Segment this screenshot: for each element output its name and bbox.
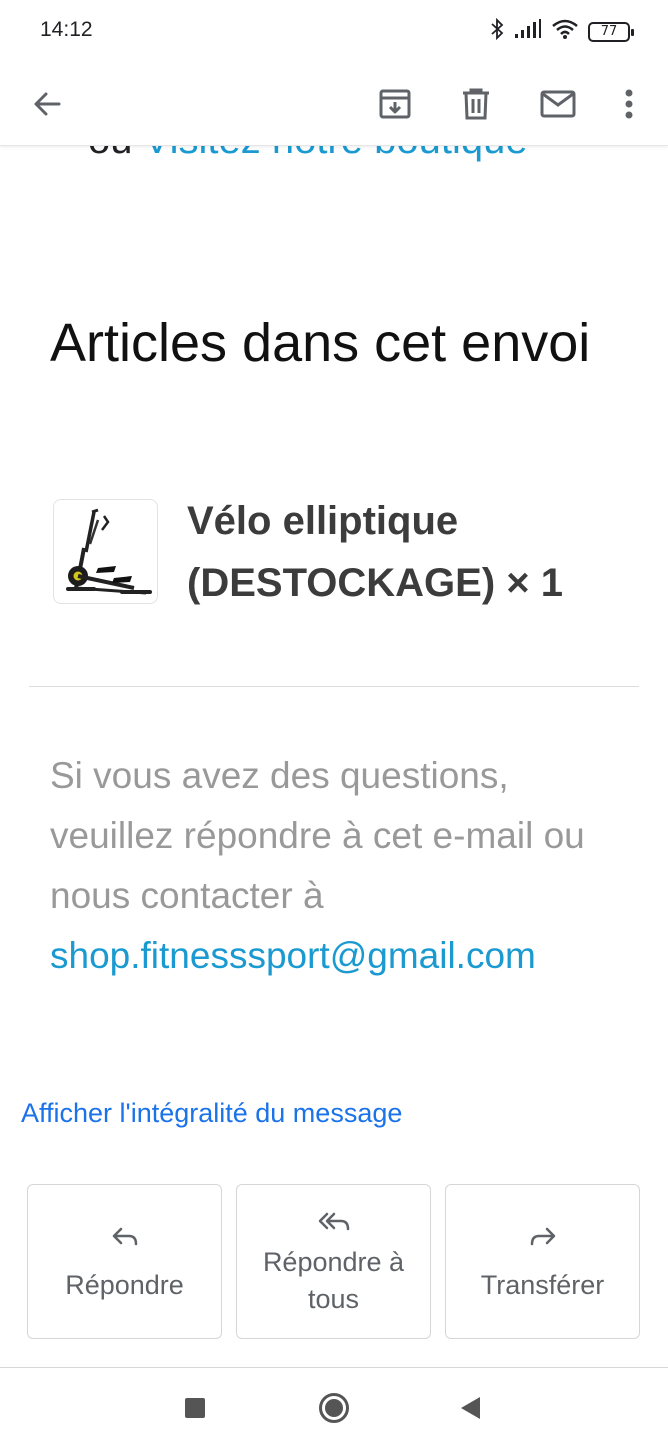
divider bbox=[29, 686, 639, 687]
forward-label: Transférer bbox=[480, 1269, 605, 1300]
section-title: Articles dans cet envoi bbox=[50, 313, 591, 373]
questions-block: Si vous avez des questions, veuillez rép… bbox=[50, 746, 640, 986]
reply-all-button[interactable]: Répondre à tous bbox=[236, 1184, 431, 1339]
back-arrow-icon[interactable] bbox=[17, 74, 77, 134]
forward-icon bbox=[529, 1220, 557, 1257]
recents-square-icon[interactable] bbox=[177, 1390, 213, 1426]
reply-all-icon bbox=[317, 1205, 351, 1242]
delete-icon[interactable] bbox=[446, 74, 506, 134]
signal-icon bbox=[514, 19, 542, 44]
questions-text: Si vous avez des questions, veuillez rép… bbox=[50, 755, 585, 916]
status-time: 14:12 bbox=[40, 18, 93, 41]
mark-unread-icon[interactable] bbox=[528, 74, 588, 134]
battery-icon: 77 bbox=[588, 21, 634, 42]
elliptical-bike-image bbox=[53, 499, 158, 604]
archive-icon[interactable] bbox=[365, 74, 425, 134]
home-circle-icon[interactable] bbox=[316, 1390, 352, 1426]
more-vert-icon[interactable] bbox=[599, 74, 659, 134]
reply-button[interactable]: Répondre bbox=[27, 1184, 222, 1339]
bluetooth-icon bbox=[490, 17, 504, 45]
back-triangle-icon[interactable] bbox=[452, 1390, 488, 1426]
wifi-icon bbox=[552, 19, 578, 44]
show-full-message-link[interactable]: Afficher l'intégralité du message bbox=[21, 1098, 402, 1129]
item-title: Vélo elliptique (DESTOCKAGE) × 1 bbox=[187, 499, 563, 605]
status-icons: 77 bbox=[490, 17, 634, 45]
reply-icon bbox=[111, 1220, 139, 1257]
reply-label: Répondre bbox=[65, 1269, 184, 1300]
contact-email-link[interactable]: shop.fitnesssport@gmail.com bbox=[50, 935, 536, 976]
status-bar: 14:12 77 bbox=[0, 0, 668, 62]
email-content: ou Visitez notre boutique Articles dans … bbox=[0, 62, 668, 1368]
forward-button[interactable]: Transférer bbox=[445, 1184, 640, 1339]
reply-all-label: Répondre à tous bbox=[262, 1247, 405, 1314]
system-nav-bar bbox=[0, 1368, 668, 1447]
email-toolbar bbox=[0, 62, 668, 146]
